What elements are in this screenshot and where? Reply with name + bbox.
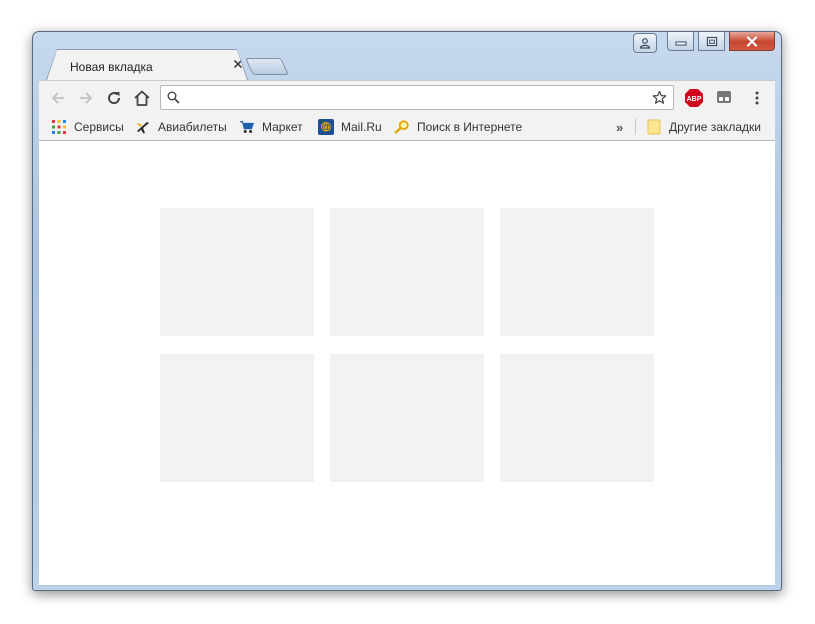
bookmark-services[interactable]: Сервисы	[51, 118, 124, 136]
star-icon[interactable]	[652, 90, 667, 105]
folder-icon	[646, 119, 662, 135]
home-icon	[134, 90, 150, 106]
at-icon: @	[318, 119, 334, 135]
search-icon	[167, 91, 180, 104]
reload-button[interactable]	[103, 87, 125, 109]
toolbar: ABP	[39, 80, 775, 115]
minimize-button[interactable]	[667, 32, 694, 51]
extension-button[interactable]	[715, 88, 735, 108]
tab-new-tab[interactable]: Новая вкладка	[47, 50, 247, 80]
abp-icon: ABP	[685, 89, 703, 107]
svg-text:ABP: ABP	[687, 96, 702, 103]
new-tab-page	[39, 141, 775, 586]
search-magnifier-icon	[394, 119, 410, 135]
bookmark-label: Сервисы	[74, 120, 124, 134]
svg-text:@: @	[321, 123, 331, 134]
bookmarks-overflow-button[interactable]: »	[616, 118, 623, 136]
arrow-right-icon	[80, 92, 93, 104]
tile-placeholder[interactable]	[500, 208, 654, 336]
minimize-icon	[675, 41, 686, 46]
tile-placeholder[interactable]	[330, 208, 484, 336]
overflow-chevron-icon: »	[616, 119, 624, 135]
tile-placeholder[interactable]	[330, 354, 484, 482]
bookmark-label: Авиабилеты	[158, 120, 227, 134]
back-button[interactable]	[47, 87, 69, 109]
bookmark-label: Поиск в Интернете	[417, 120, 523, 134]
extension-icon	[717, 91, 731, 103]
bookmark-avia[interactable]: Авиабилеты	[135, 118, 227, 136]
bookmark-market[interactable]: Маркет	[239, 118, 303, 136]
address-input[interactable]	[185, 88, 649, 109]
bookmarks-divider	[635, 119, 636, 135]
bookmark-search[interactable]: Поиск в Интернете	[394, 118, 522, 136]
omnibox[interactable]	[160, 85, 674, 110]
bookmark-label: Маркет	[262, 120, 303, 134]
person-icon	[639, 38, 651, 49]
bookmark-label: Другие закладки	[669, 120, 761, 134]
adblock-extension-button[interactable]: ABP	[684, 88, 704, 108]
home-button[interactable]	[131, 87, 153, 109]
forward-button[interactable]	[75, 87, 97, 109]
bookmarks-bar: Сервисы Авиабилеты Маркет @ Mail.Ru Поис…	[39, 114, 775, 141]
bookmark-label: Mail.Ru	[341, 120, 382, 134]
close-icon	[233, 59, 243, 69]
bookmark-mailru[interactable]: @ Mail.Ru	[318, 118, 382, 136]
new-tab-button[interactable]	[245, 58, 289, 75]
tab-title: Новая вкладка	[70, 60, 153, 74]
window-caption-buttons	[633, 32, 775, 53]
other-bookmarks[interactable]: Другие закладки	[646, 118, 761, 136]
close-icon	[746, 35, 758, 47]
airplane-icon	[135, 119, 151, 135]
kebab-menu-icon	[755, 91, 759, 105]
tab-strip: Новая вкладка	[39, 49, 775, 80]
browser-window: Новая вкладка ABP Сервисы Авиабилеты Мар…	[32, 31, 782, 591]
apps-grid-icon	[51, 119, 67, 135]
maximize-icon	[706, 36, 717, 46]
maximize-button[interactable]	[698, 32, 725, 51]
reload-icon	[108, 92, 121, 105]
tile-placeholder[interactable]	[160, 354, 314, 482]
tile-placeholder[interactable]	[160, 208, 314, 336]
tile-placeholder[interactable]	[500, 354, 654, 482]
close-window-button[interactable]	[729, 32, 775, 51]
tab-close-button[interactable]	[231, 57, 245, 71]
cart-icon	[239, 119, 255, 135]
chrome-menu-button[interactable]	[750, 88, 764, 108]
arrow-left-icon	[51, 92, 64, 104]
most-visited-tiles	[160, 208, 656, 484]
